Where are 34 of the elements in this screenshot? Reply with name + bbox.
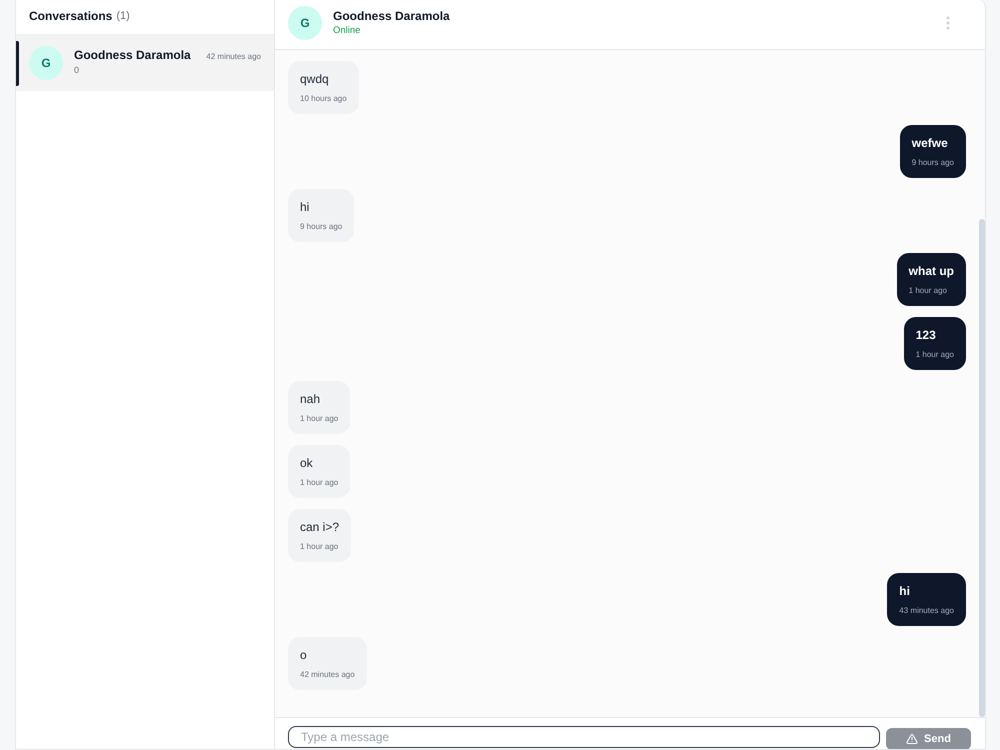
- message-text: wefwe: [912, 135, 948, 151]
- message-text: what up: [908, 263, 954, 279]
- message-time: 1 hour ago: [908, 285, 947, 296]
- avatar: G: [29, 46, 63, 80]
- online-status: Online: [333, 24, 360, 36]
- message-time: 9 hours ago: [300, 221, 342, 232]
- message-input[interactable]: Type a message: [288, 726, 880, 748]
- contact-name: Goodness Daramola: [333, 8, 450, 22]
- sidebar-title: Conversations: [29, 8, 112, 22]
- message-text: hi: [300, 199, 310, 215]
- message-text: 123: [916, 327, 936, 343]
- message-text: qwdq: [300, 71, 329, 87]
- message-text: nah: [300, 391, 320, 407]
- message-time: 1 hour ago: [300, 413, 338, 424]
- warning-icon: [906, 733, 918, 745]
- avatar: G: [288, 6, 322, 40]
- scrollbar-thumb[interactable]: [979, 219, 985, 717]
- message-time: 10 hours ago: [300, 93, 347, 104]
- conversation-preview: 0: [74, 64, 80, 74]
- message-text: o: [300, 647, 307, 663]
- message-text: ok: [300, 455, 313, 471]
- message-time: 1 hour ago: [300, 477, 338, 488]
- message-time: 42 minutes ago: [300, 669, 355, 680]
- message-time: 1 hour ago: [300, 541, 338, 552]
- message-text: can i>?: [300, 519, 340, 535]
- contact-name: Goodness Daramola: [74, 48, 191, 62]
- message-text: hi: [899, 583, 910, 599]
- conversation-time: 42 minutes ago: [206, 52, 261, 60]
- kebab-icon: [946, 16, 950, 30]
- message-time: 43 minutes ago: [899, 605, 954, 616]
- message-time: 1 hour ago: [916, 349, 954, 360]
- conversation-count: (1): [116, 10, 130, 22]
- message-time: 9 hours ago: [912, 157, 954, 168]
- conversation-item[interactable]: G Goodness Daramola 42 minutes ago 0: [16, 35, 274, 91]
